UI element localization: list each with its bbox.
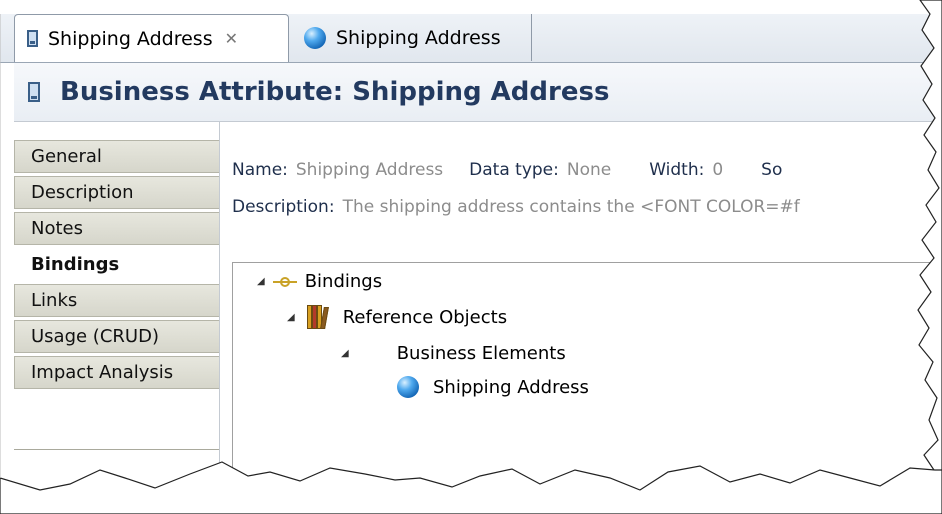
torn-edge-decoration — [0, 0, 942, 514]
editor-window: Shipping Address ✕ Shipping Address Busi… — [0, 0, 942, 514]
